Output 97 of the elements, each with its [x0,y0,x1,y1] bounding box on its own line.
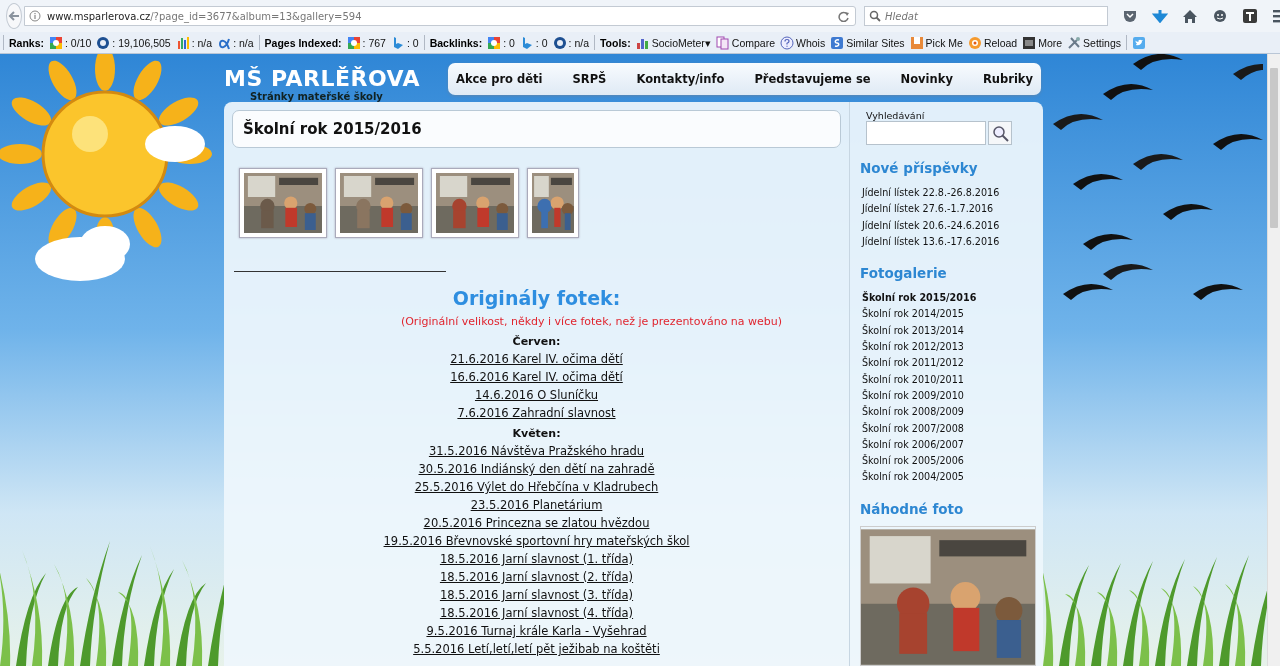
toolbar-item[interactable]: : 767 [346,34,386,51]
search-field[interactable] [866,121,986,145]
toolbar-label: Tools: [600,36,631,49]
album-link[interactable]: 16.6.2016 Karel IV. očima dětí [450,368,623,386]
toolbar-item[interactable]: : 0 [487,34,515,51]
album-link[interactable]: 23.5.2016 Planetárium [470,496,603,514]
toolbar-item[interactable]: : n/a [217,34,254,51]
reload-icon[interactable] [837,10,851,22]
gallery-link[interactable]: Školní rok 2009/2010 [862,387,1036,405]
back-button[interactable] [6,3,22,29]
gallery-link[interactable]: Školní rok 2004/2005 [862,469,1036,486]
gallery-link[interactable]: Školní rok 2006/2007 [862,436,1036,454]
toolbar-label: Pages Indexed: [264,36,342,49]
album-link[interactable]: 19.5.2016 Břevnovské sportovní hry mateřských škol [383,532,690,550]
album-link[interactable]: 18.5.2016 Jarní slavnost (4. třída) [439,604,634,622]
target-icon [967,34,982,51]
google-icon [487,34,502,51]
home-icon[interactable] [1182,8,1198,24]
month-heading: Květen: [512,427,561,441]
search-button[interactable] [988,121,1012,145]
toolbar-item[interactable]: Similar Sites [830,34,905,51]
info-icon [29,10,41,22]
chat-icon[interactable] [1212,9,1228,23]
album-link[interactable]: 5.5.2016 Letí,letí,letí pět ježibab na koštěti [413,640,660,658]
note-text: (Originální velikost, někdy i více fotek, než je prezentováno na webu) [400,314,783,330]
pocket-icon[interactable] [1122,9,1138,23]
album-link[interactable]: 18.5.2016 Jarní slavnost (2. třída) [439,568,634,586]
nav-link[interactable]: Rubriky [980,68,1035,90]
toolbar-item[interactable]: Settings [1067,34,1122,51]
sidebar-heading: Fotogalerie [860,264,948,283]
google-icon [346,34,361,51]
toolbar-item[interactable]: SocioMeter▾ [635,34,711,51]
page-title: Školní rok 2015/2016 [243,120,422,138]
album-link[interactable]: 20.5.2016 Princezna se zlatou hvězdou [423,514,650,532]
post-link[interactable]: Jídelní lístek 20.6.-24.6.2016 [862,217,1036,234]
s-letter-icon [830,34,845,51]
nav-link[interactable]: Představujeme se [752,68,873,90]
photo-thumbnail[interactable] [527,168,579,238]
gallery-link[interactable]: Školní rok 2013/2014 [862,322,1036,340]
bar-chart-icon [175,34,190,51]
sidebar-heading: Nové příspěvky [860,159,979,177]
gallery-link[interactable]: Školní rok 2014/2015 [862,306,1036,323]
search-label: Vyhledávání [866,110,926,121]
nav-link[interactable]: Akce pro děti [454,68,545,90]
url-text: www.msparlerova.cz/?page_id=3677&album=13&gallery=594 [47,10,362,22]
flag-icon [909,34,924,51]
toolbar-item[interactable]: : 19,106,505 [96,34,171,51]
album-link[interactable]: 18.5.2016 Jarní slavnost (3. třída) [439,586,634,604]
toolbar-item[interactable]: : 0 [519,34,548,51]
album-link[interactable]: 30.5.2016 Indiánský den dětí na zahradě [418,460,655,478]
toolbar-item[interactable]: More [1022,34,1063,51]
sidebar-heading: Náhodné foto [860,499,965,518]
gallery-link[interactable]: Školní rok 2015/2016 [862,290,1036,307]
post-link[interactable]: Jídelní lístek 22.8.-26.8.2016 [862,185,1036,202]
tools-icon [1067,34,1082,51]
post-link[interactable]: Jídelní lístek 13.6.-17.6.2016 [862,233,1036,251]
toolbar-item[interactable]: : 0/10 [49,34,92,51]
album-link[interactable]: 31.5.2016 Návštěva Pražského hradu [428,442,645,460]
square-icon [1022,34,1037,51]
album-link[interactable]: 14.6.2016 O Sluníčku [474,386,599,404]
gallery-link[interactable]: Školní rok 2011/2012 [862,355,1036,372]
month-heading: Červen: [512,335,561,349]
toolbar-item[interactable]: : n/a [175,34,213,51]
site-logo[interactable]: MŠ PARLĚŘOVA [224,66,448,92]
section-heading: Originály fotek: [452,286,621,310]
toolbar-item[interactable]: : n/a [552,34,589,51]
gallery-link[interactable]: Školní rok 2007/2008 [862,420,1036,437]
back-arrow-icon [7,9,21,23]
album-link[interactable]: 25.5.2016 Výlet do Hřebčína v Kladrubech [414,478,659,496]
toolbar-label: Backlinks: [429,36,483,49]
post-link[interactable]: Jídelní lístek 27.6.-1.7.2016 [862,201,1036,218]
album-link[interactable]: 9.5.2016 Turnaj krále Karla - Vyšehrad [426,622,647,640]
album-link[interactable]: 21.6.2016 Karel IV. očima dětí [450,350,623,368]
gallery-link[interactable]: Školní rok 2010/2011 [862,371,1036,388]
toolbar-item[interactable]: Reload [967,34,1018,51]
gallery-link[interactable]: Školní rok 2012/2013 [862,339,1036,356]
scrollbar[interactable] [1267,54,1280,666]
t-letter-icon[interactable] [1242,8,1258,24]
nav-link[interactable]: SRPŠ [570,68,609,90]
album-link[interactable]: 18.5.2016 Jarní slavnost (1. třída) [439,550,634,568]
toolbar-label: Ranks: [9,36,44,49]
download-icon[interactable] [1152,9,1168,23]
gallery-link[interactable]: Školní rok 2005/2006 [862,453,1036,470]
album-link[interactable]: 7.6.2016 Zahradní slavnost [457,404,616,422]
nav-link[interactable]: Novinky [898,68,955,90]
search-icon [991,124,1009,142]
nav-link[interactable]: Kontakty/info [634,68,727,90]
toolbar-item[interactable]: Whois [780,34,826,51]
address-bar[interactable]: www.msparlerova.cz/?page_id=3677&album=13&gallery=594 [24,6,856,26]
toolbar-item[interactable]: : 0 [390,34,419,51]
toolbar-item[interactable]: Pick Me [909,34,963,51]
gallery-link[interactable]: Školní rok 2008/2009 [862,404,1036,421]
toolbar-item[interactable]: Compare [715,34,775,51]
search-field[interactable]: Hledat [864,6,1108,26]
google-icon [49,34,63,51]
site-tagline: Stránky mateřské školy [250,92,384,102]
search-icon [869,10,881,22]
